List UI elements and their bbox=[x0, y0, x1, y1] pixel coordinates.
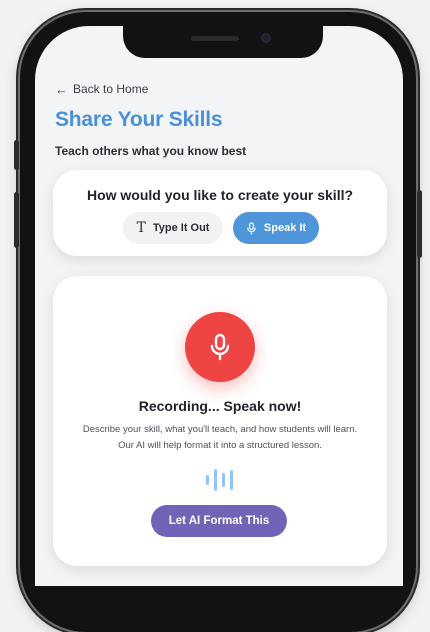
microphone-icon bbox=[247, 221, 256, 235]
back-link-label: Back to Home bbox=[73, 82, 149, 96]
microphone-icon bbox=[210, 333, 230, 361]
recording-card: Recording... Speak now! Describe your sk… bbox=[53, 276, 387, 566]
recording-status-title: Recording... Speak now! bbox=[138, 398, 302, 414]
page-subtitle: Teach others what you know best bbox=[55, 144, 247, 158]
volume-button bbox=[14, 192, 19, 248]
creation-mode-question: How would you like to create your skill? bbox=[86, 187, 354, 203]
phone-screen: ← Back to Home Share Your Skills Teach o… bbox=[35, 26, 403, 586]
power-button bbox=[417, 190, 422, 258]
mute-switch bbox=[14, 140, 19, 170]
audio-wave-icon bbox=[206, 469, 233, 491]
recording-instructions: Describe your skill, what you'll teach, … bbox=[82, 424, 358, 451]
speaker-grille bbox=[191, 36, 239, 41]
front-camera bbox=[261, 33, 271, 43]
page-title: Share Your Skills bbox=[55, 108, 223, 131]
text-t-icon: T bbox=[136, 220, 146, 236]
notch bbox=[123, 26, 323, 58]
back-to-home-link[interactable]: ← Back to Home bbox=[55, 82, 148, 96]
speak-it-button[interactable]: Speak It bbox=[233, 212, 319, 244]
type-it-out-button[interactable]: T Type It Out bbox=[123, 212, 223, 244]
record-button[interactable] bbox=[185, 312, 255, 382]
speak-it-label: Speak It bbox=[263, 222, 307, 234]
creation-mode-card: How would you like to create your skill?… bbox=[53, 170, 387, 256]
let-ai-format-button[interactable]: Let AI Format This bbox=[151, 505, 287, 537]
type-it-out-label: Type It Out bbox=[152, 222, 210, 234]
back-arrow-icon: ← bbox=[55, 81, 68, 97]
